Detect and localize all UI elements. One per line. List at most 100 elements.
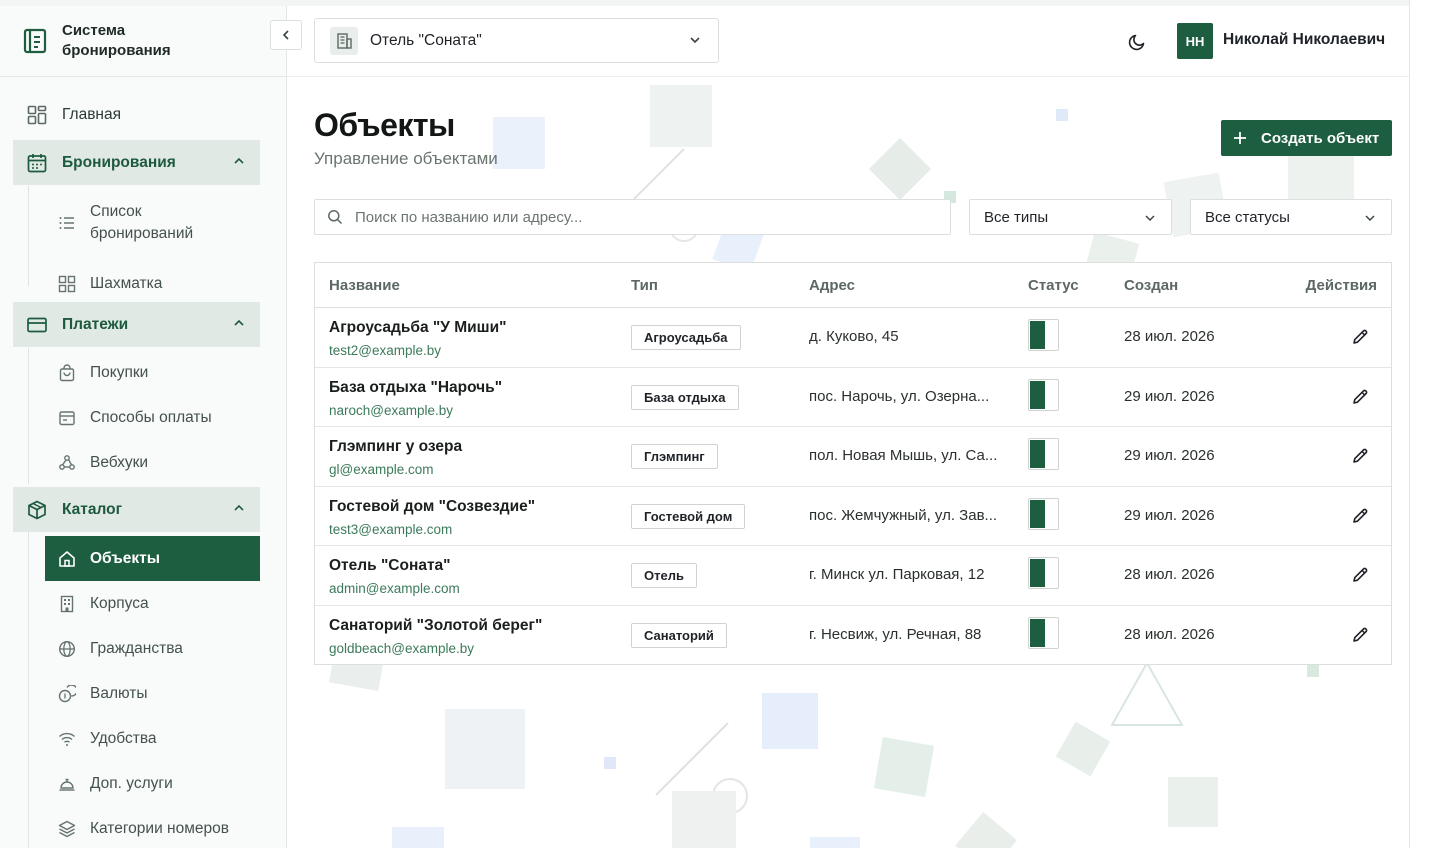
shopping-bag-icon bbox=[58, 363, 76, 382]
table-row[interactable]: Гостевой дом "Созвездие" test3@example.co… bbox=[315, 487, 1391, 547]
edit-button[interactable] bbox=[1349, 386, 1371, 408]
hotel-icon bbox=[330, 26, 358, 55]
sidebar-item-currencies[interactable]: Валюты bbox=[45, 671, 260, 716]
sidebar-item-webhooks[interactable]: Вебхуки bbox=[45, 440, 260, 485]
page-title: Объекты bbox=[314, 107, 455, 143]
sidebar-item-label: Объекты bbox=[90, 549, 160, 567]
chevron-left-icon bbox=[282, 30, 289, 40]
sidebar-item-buildings[interactable]: Корпуса bbox=[45, 581, 260, 626]
sidebar-item-label: Доп. услуги bbox=[90, 774, 173, 792]
type-filter-select[interactable]: Все типы bbox=[969, 199, 1172, 235]
sidebar-item-chessboard[interactable]: Шахматка bbox=[45, 261, 260, 306]
object-email: test3@example.com bbox=[329, 521, 453, 537]
table-row[interactable]: База отдыха "Нарочь" naroch@example.by Баз… bbox=[315, 368, 1391, 428]
sidebar-group-label: Каталог bbox=[62, 500, 123, 518]
sidebar-item-citizenships[interactable]: Гражданства bbox=[45, 626, 260, 671]
column-header-actions: Действия bbox=[1305, 277, 1377, 294]
book-logo-icon bbox=[23, 28, 47, 54]
sidebar-group-payments[interactable]: Платежи bbox=[13, 302, 260, 347]
sidebar-item-label: Способы оплаты bbox=[90, 408, 212, 426]
plus-icon bbox=[1233, 131, 1247, 145]
brand: Система бронирования bbox=[0, 6, 286, 77]
sidebar-item-extra-services[interactable]: Доп. услуги bbox=[45, 761, 260, 806]
toggle-knob bbox=[1030, 380, 1045, 409]
toggle-knob bbox=[1030, 619, 1045, 647]
sidebar-item-room-categories[interactable]: Категории номеров bbox=[45, 806, 260, 848]
brand-title: Система бронирования bbox=[62, 22, 171, 59]
table-row[interactable]: Агроусадьба "У Миши" test2@example.by Агро… bbox=[315, 308, 1391, 368]
pencil-icon bbox=[1353, 568, 1368, 583]
globe-icon bbox=[58, 640, 76, 658]
status-toggle[interactable] bbox=[1028, 378, 1059, 411]
table-header: Название Тип Адрес Статус Создан Действи… bbox=[315, 263, 1391, 308]
table-row[interactable]: Глэмпинг у озера gl@example.com Глэмпинг по… bbox=[315, 427, 1391, 487]
sub-tree-line bbox=[28, 348, 29, 484]
chevron-up-icon bbox=[234, 157, 244, 164]
search-field[interactable] bbox=[314, 199, 951, 235]
status-toggle[interactable] bbox=[1028, 557, 1059, 590]
edit-button[interactable] bbox=[1349, 624, 1371, 646]
column-header-status[interactable]: Статус bbox=[1028, 277, 1079, 294]
sidebar-item-objects[interactable]: Объекты bbox=[45, 536, 260, 581]
sidebar-item-label: Удобства bbox=[90, 729, 157, 747]
edit-button[interactable] bbox=[1349, 326, 1371, 348]
objects-table: Название Тип Адрес Статус Создан Действи… bbox=[314, 262, 1392, 665]
create-object-button[interactable]: Создать объект bbox=[1221, 120, 1392, 156]
object-name: Гостевой дом "Созвездие" bbox=[329, 497, 536, 515]
sidebar-item-purchases[interactable]: Покупки bbox=[45, 350, 260, 395]
sidebar-item-label: Валюты bbox=[90, 684, 148, 702]
type-badge: Санаторий bbox=[631, 623, 727, 648]
sidebar-group-label: Бронирования bbox=[62, 153, 176, 171]
search-input[interactable] bbox=[355, 208, 915, 226]
status-filter-select[interactable]: Все статусы bbox=[1190, 199, 1392, 235]
column-header-created[interactable]: Создан bbox=[1124, 277, 1178, 294]
sidebar: Система бронирования Главная Бронировани… bbox=[0, 6, 287, 848]
sidebar-item-payment-methods[interactable]: Способы оплаты bbox=[45, 395, 260, 440]
edit-button[interactable] bbox=[1349, 564, 1371, 586]
table-row[interactable]: Отель "Соната" admin@example.com Отель г. М… bbox=[315, 546, 1391, 606]
dashboard-icon bbox=[26, 104, 48, 126]
object-email: gl@example.com bbox=[329, 462, 434, 478]
created-date: 29 июл. 2026 bbox=[1124, 387, 1215, 405]
theme-toggle-button[interactable] bbox=[1124, 29, 1150, 55]
column-header-name[interactable]: Название bbox=[329, 277, 400, 294]
coins-icon bbox=[58, 684, 76, 703]
created-date: 29 июл. 2026 bbox=[1124, 506, 1215, 524]
sidebar-group-catalog[interactable]: Каталог bbox=[13, 487, 260, 532]
sidebar-item-bookings-list[interactable]: Список бронирований bbox=[45, 190, 260, 256]
table-row[interactable]: Санаторий "Золотой берег" goldbeach@examp… bbox=[315, 606, 1391, 666]
object-name: База отдыха "Нарочь" bbox=[329, 378, 503, 396]
hotel-select[interactable]: Отель "Соната" bbox=[314, 18, 719, 63]
toggle-knob bbox=[1030, 440, 1045, 469]
column-header-type[interactable]: Тип bbox=[631, 277, 658, 294]
edit-button[interactable] bbox=[1349, 445, 1371, 467]
building-icon bbox=[58, 595, 76, 613]
moon-icon bbox=[1128, 34, 1145, 51]
edit-button[interactable] bbox=[1349, 505, 1371, 527]
sidebar-group-bookings[interactable]: Бронирования bbox=[13, 140, 260, 185]
pencil-icon bbox=[1353, 389, 1368, 404]
toggle-knob bbox=[1030, 499, 1045, 528]
sidebar-item-amenities[interactable]: Удобства bbox=[45, 716, 260, 761]
column-header-address[interactable]: Адрес bbox=[809, 277, 855, 294]
create-object-label: Создать объект bbox=[1261, 129, 1380, 147]
status-toggle[interactable] bbox=[1028, 438, 1059, 471]
sub-tree-line bbox=[28, 532, 29, 848]
sidebar-item-label: Категории номеров bbox=[90, 819, 229, 837]
avatar[interactable]: НН bbox=[1177, 23, 1213, 59]
object-email: naroch@example.by bbox=[329, 402, 454, 418]
status-toggle[interactable] bbox=[1028, 319, 1059, 351]
chevron-up-icon bbox=[234, 504, 244, 511]
created-date: 29 июл. 2026 bbox=[1124, 447, 1215, 465]
user-name[interactable]: Николай Николаевич bbox=[1223, 31, 1385, 49]
wifi-icon bbox=[58, 730, 76, 748]
sidebar-item-label: Список бронирований bbox=[90, 203, 194, 242]
object-address: д. Куково, 45 bbox=[809, 328, 899, 345]
status-toggle[interactable] bbox=[1028, 617, 1059, 649]
status-toggle[interactable] bbox=[1028, 497, 1059, 530]
collapse-sidebar-button[interactable] bbox=[270, 20, 302, 50]
page-subtitle: Управление объектами bbox=[314, 149, 498, 168]
pencil-icon bbox=[1353, 448, 1368, 463]
type-badge: Агроусадьба bbox=[631, 325, 741, 350]
sidebar-item-home[interactable]: Главная bbox=[13, 92, 260, 137]
